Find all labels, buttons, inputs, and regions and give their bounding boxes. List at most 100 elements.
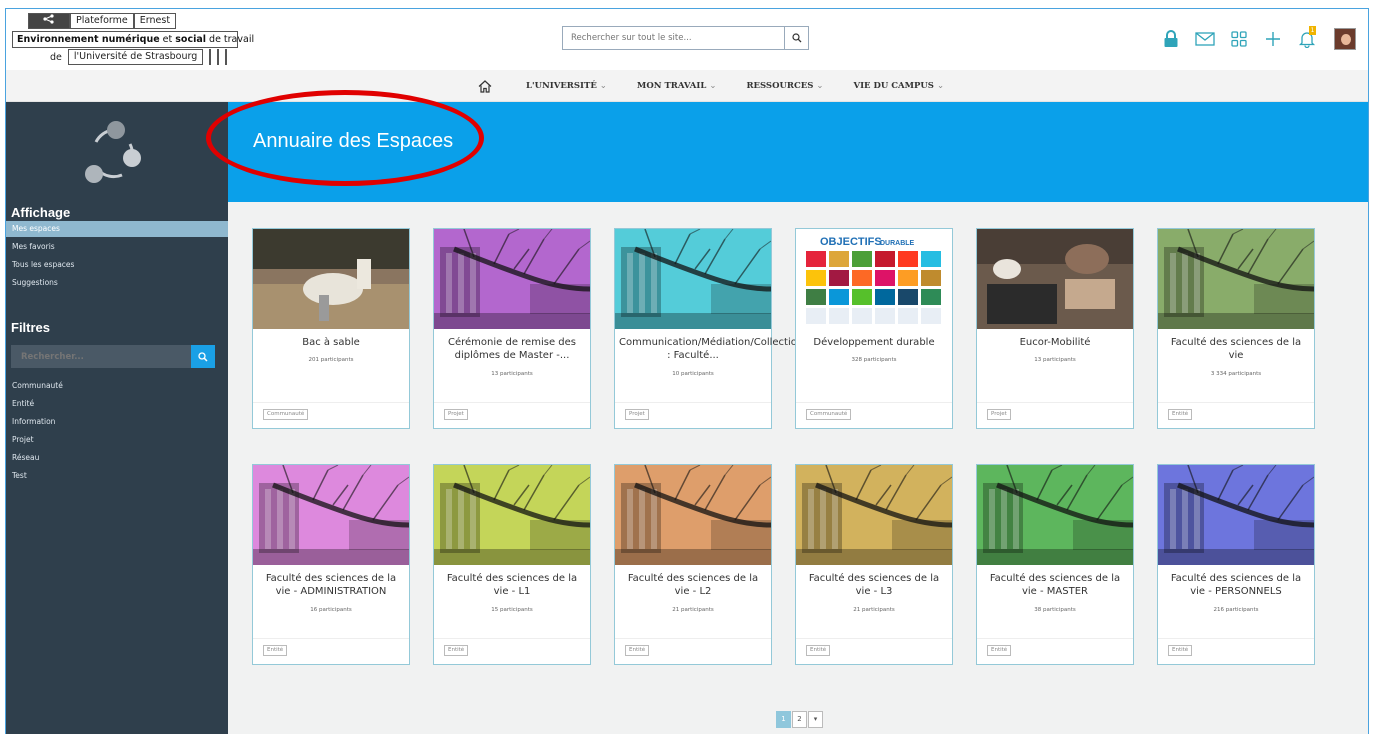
space-card-divider [434,638,590,639]
space-card-title[interactable]: Bac à sable [257,336,405,349]
space-card[interactable]: Faculté des sciences de la vie - L3 21 pa… [795,464,953,665]
logo-bars-icon [209,49,228,65]
site-search-button[interactable] [784,27,808,49]
space-card-title[interactable]: Faculté des sciences de la vie - L2 [619,572,767,598]
lock-button[interactable] [1156,24,1186,54]
space-card-type-tag[interactable]: Projet [444,409,468,420]
space-card-participants: 201 participants [308,357,354,363]
logo-university: l'Université de Strasbourg [67,49,204,65]
space-card[interactable]: Faculté des sciences de la vie - L1 15 pa… [433,464,591,665]
space-card-title[interactable]: Faculté des sciences de la vie - MASTER [981,572,1129,598]
annotation-red-oval [206,90,484,186]
notifications-button[interactable]: 1 [1292,24,1322,54]
space-card-divider [977,638,1133,639]
space-card-title[interactable]: Faculté des sciences de la vie - ADMINIS… [257,572,405,598]
filter-item-reseau[interactable]: Réseau [6,450,228,466]
space-card[interactable]: Faculté des sciences de la vie - PERSONN… [1157,464,1315,665]
space-card[interactable]: Communication/Médiation/Collections : Fa… [614,228,808,429]
space-card-title[interactable]: Cérémonie de remise des diplômes de Mast… [438,336,586,362]
home-icon [478,79,492,93]
header-icon-bar: 1 [1156,24,1356,54]
space-card-participants: 13 participants [1034,357,1076,363]
space-card-participants: 38 participants [1034,607,1076,613]
nav-vie-du-campus[interactable]: VIE DU CAMPUS ⌄ [853,81,944,91]
filter-item-entite[interactable]: Entité [6,396,228,412]
space-card-type-tag[interactable]: Entité [1168,645,1193,656]
main-nav: L'UNIVERSITÉ ⌄ MON TRAVAIL ⌄ RESSOURCES ⌄ V… [6,70,1368,102]
space-card[interactable]: Faculté des sciences de la vie 3 334 part… [1157,228,1315,429]
space-card-type-tag[interactable]: Projet [987,409,1011,420]
space-card[interactable]: Faculté des sciences de la vie - L2 21 pa… [614,464,772,665]
space-card-type-tag[interactable]: Entité [625,645,650,656]
add-button[interactable] [1258,24,1288,54]
space-card-title[interactable]: Faculté des sciences de la vie [1162,336,1310,362]
nav-mon-travail[interactable]: MON TRAVAIL ⌄ [637,81,717,91]
space-card-participants: 15 participants [491,607,533,613]
space-card-title[interactable]: Faculté des sciences de la vie - L1 [438,572,586,598]
sidebar-item-suggestions[interactable]: Suggestions [6,275,228,291]
space-card[interactable]: Faculté des sciences de la vie - ADMINIS… [252,464,410,665]
filter-item-communaute[interactable]: Communauté [6,378,228,394]
space-card-type-tag[interactable]: Entité [987,645,1012,656]
top-header: Plateforme Ernest Environnement numériqu… [6,9,1368,70]
ernest-logo[interactable]: Plateforme Ernest Environnement numériqu… [10,13,254,65]
chevron-down-icon: ⌄ [816,81,824,91]
space-card-participants: 21 participants [853,607,895,613]
filter-item-projet[interactable]: Projet [6,432,228,448]
space-card-participants: 216 participants [1213,607,1259,613]
apps-button[interactable] [1224,24,1254,54]
space-card-type-tag[interactable]: Projet [625,409,649,420]
space-card-type-tag[interactable]: Entité [1168,409,1193,420]
filter-item-test[interactable]: Test [6,468,228,484]
site-search [562,26,809,50]
page-2-button[interactable]: 2 [792,711,807,728]
space-card-title[interactable]: Faculté des sciences de la vie - L3 [800,572,948,598]
space-card-type-tag[interactable]: Entité [806,645,831,656]
spaces-network-icon [85,121,141,183]
filter-item-information[interactable]: Information [6,414,228,430]
page-1-button[interactable]: 1 [776,711,791,728]
nav-home[interactable] [478,79,498,93]
space-card[interactable]: Bac à sable 201 participants Communauté [252,228,410,429]
space-card-divider [1158,638,1314,639]
site-search-input[interactable] [563,27,783,49]
space-card-type-tag[interactable]: Communauté [263,409,309,420]
filter-search-button[interactable] [191,345,215,368]
notification-badge: 1 [1309,26,1316,35]
lock-icon [1164,30,1178,47]
space-card-participants: 10 participants [672,371,714,377]
space-card-title[interactable]: Faculté des sciences de la vie - PERSONN… [1162,572,1310,598]
mail-icon [1195,32,1215,46]
space-card-thumbnail [434,229,590,329]
space-card-title[interactable]: Développement durable [800,336,948,349]
sidebar-item-tous-les-espaces[interactable]: Tous les espaces [6,257,228,273]
filter-search-input[interactable] [11,345,191,368]
chevron-down-icon: ⌄ [599,81,607,91]
space-card-type-tag[interactable]: Entité [263,645,288,656]
space-card[interactable]: Eucor-Mobilité 13 participants Projet [976,228,1134,429]
apps-grid-icon [1231,31,1247,47]
logo-share-icon [28,13,70,29]
filtres-heading: Filtres [11,320,51,335]
space-card-thumbnail [615,229,771,329]
space-card-thumbnail [1158,465,1314,565]
nav-universite[interactable]: L'UNIVERSITÉ ⌄ [526,81,607,91]
space-card-title[interactable]: Eucor-Mobilité [981,336,1129,349]
mail-button[interactable] [1190,24,1220,54]
more-pages-dropdown[interactable]: ▾ [808,711,823,728]
space-card[interactable]: Faculté des sciences de la vie - MASTER 3… [976,464,1134,665]
space-card-divider [977,402,1133,403]
logo-subtitle: Environnement numérique et social de tra… [12,31,254,48]
sidebar-item-mes-espaces[interactable]: Mes espaces [6,221,228,237]
space-card[interactable]: OBJECTIFS DURABLE Développement durable 328… [795,228,953,429]
logo-ernest: Ernest [133,13,177,29]
space-card[interactable]: Cérémonie de remise des diplômes de Mast… [433,228,591,429]
space-card-thumbnail [615,465,771,565]
space-card-type-tag[interactable]: Communauté [806,409,852,420]
user-avatar[interactable] [1334,28,1356,50]
space-card-title[interactable]: Communication/Médiation/Collections : Fa… [619,336,808,362]
sidebar-item-mes-favoris[interactable]: Mes favoris [6,239,228,255]
space-card-thumbnail: OBJECTIFS DURABLE [796,229,952,329]
nav-ressources[interactable]: RESSOURCES ⌄ [746,81,823,91]
space-card-type-tag[interactable]: Entité [444,645,469,656]
